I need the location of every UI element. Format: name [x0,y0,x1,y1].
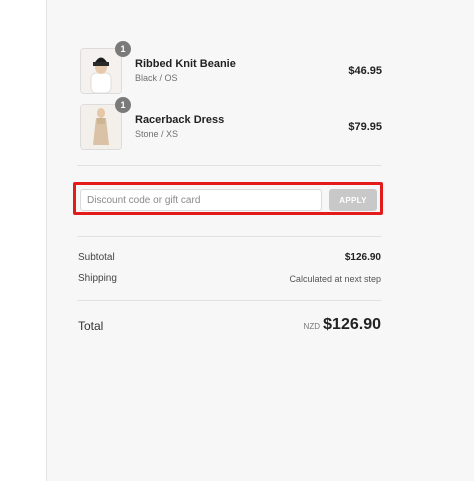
item-variant: Black / OS [135,73,178,83]
product-thumbnail: 1 [80,97,131,150]
subtotal-label: Subtotal [78,252,115,263]
discount-code-input[interactable] [80,189,322,211]
divider [77,165,381,166]
shipping-value: Calculated at next step [289,274,381,284]
quantity-badge: 1 [115,41,131,57]
beanie-photo [81,49,121,93]
product-thumbnail: 1 [80,41,131,94]
line-item: 1 Ribbed Knit Beanie Black / OS $46.95 [80,41,382,96]
dress-photo [81,105,121,149]
divider [77,300,381,301]
item-variant: Stone / XS [135,129,179,139]
item-price: $46.95 [348,65,382,77]
subtotal-value: $126.90 [344,252,381,263]
shipping-label: Shipping [78,273,117,284]
total-amount: $126.90 [323,316,381,333]
item-price: $79.95 [348,121,382,133]
total-label: Total [78,319,104,333]
apply-button[interactable]: APPLY [329,189,377,211]
quantity-badge: 1 [115,97,131,113]
item-name: Ribbed Knit Beanie [135,58,236,70]
line-item: 1 Racerback Dress Stone / XS $79.95 [80,97,382,152]
currency-code: NZD [303,322,320,331]
divider [77,236,381,237]
item-name: Racerback Dress [135,114,225,126]
